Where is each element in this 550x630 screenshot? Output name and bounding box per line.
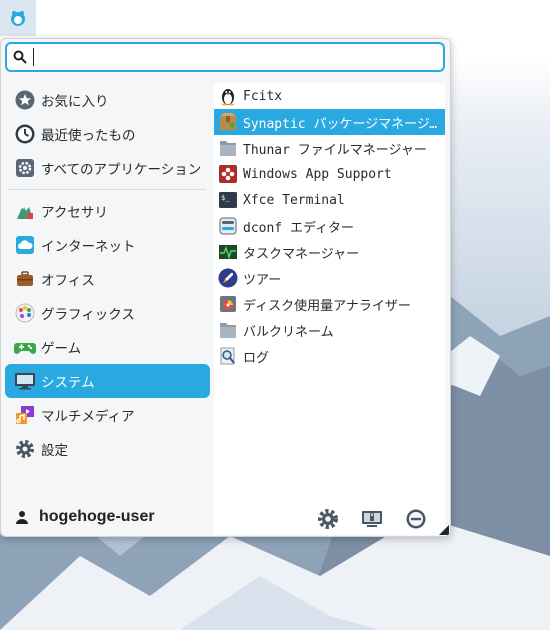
folder-icon bbox=[217, 137, 239, 159]
category-label: すべてのアプリケーション bbox=[41, 162, 202, 178]
menu-footer: hogehoge-user bbox=[1, 502, 450, 536]
category-separator bbox=[9, 189, 206, 190]
log-icon bbox=[217, 345, 239, 367]
category-label: システム bbox=[41, 375, 95, 391]
application-menu: お気に入り 最近使ったもの すべてのアプリケーション アクセサリ インターネット… bbox=[0, 38, 451, 537]
whisker-menu-launcher-button[interactable] bbox=[0, 0, 36, 36]
category-label: 最近使ったもの bbox=[41, 128, 136, 144]
category-graphics[interactable]: グラフィックス bbox=[5, 296, 210, 330]
app-item-log[interactable]: ログ bbox=[214, 343, 445, 369]
cloud-icon bbox=[14, 234, 36, 256]
app-item-thunar[interactable]: Thunar ファイルマネージャー bbox=[214, 135, 445, 161]
rocket-icon bbox=[217, 267, 239, 289]
app-item-windows-app-support[interactable]: Windows App Support bbox=[214, 161, 445, 187]
category-games[interactable]: ゲーム bbox=[5, 330, 210, 364]
category-label: グラフィックス bbox=[41, 307, 135, 323]
app-label: Xfce Terminal bbox=[243, 192, 345, 208]
app-label: ログ bbox=[243, 350, 270, 366]
user-info[interactable]: hogehoge-user bbox=[15, 508, 155, 526]
app-label: Windows App Support bbox=[243, 166, 392, 182]
search-field[interactable] bbox=[5, 42, 445, 72]
app-item-disk-usage-analyzer[interactable]: ディスク使用量アナライザー bbox=[214, 291, 445, 317]
category-list: お気に入り 最近使ったもの すべてのアプリケーション アクセサリ インターネット… bbox=[5, 83, 210, 466]
clock-icon bbox=[14, 123, 36, 145]
star-icon bbox=[14, 89, 36, 111]
category-office[interactable]: オフィス bbox=[5, 262, 210, 296]
app-item-xfce-terminal[interactable]: $_ Xfce Terminal bbox=[214, 187, 445, 213]
username: hogehoge-user bbox=[39, 508, 155, 525]
lock-screen-icon bbox=[362, 511, 382, 527]
category-label: お気に入り bbox=[41, 94, 109, 110]
category-internet[interactable]: インターネット bbox=[5, 228, 210, 262]
category-accessories[interactable]: アクセサリ bbox=[5, 194, 210, 228]
app-item-fcitx[interactable]: Fcitx bbox=[214, 83, 445, 109]
app-label: バルクリネーム bbox=[243, 324, 334, 340]
category-label: インターネット bbox=[41, 239, 136, 255]
app-item-bulk-rename[interactable]: バルクリネーム bbox=[214, 317, 445, 343]
folder-icon bbox=[217, 319, 239, 341]
app-label: Fcitx bbox=[243, 88, 283, 104]
task-manager-icon bbox=[217, 241, 239, 263]
category-label: 設定 bbox=[41, 443, 68, 459]
top-panel bbox=[0, 0, 550, 36]
category-label: マルチメディア bbox=[41, 409, 135, 425]
category-recent[interactable]: 最近使ったもの bbox=[5, 117, 210, 151]
category-settings[interactable]: 設定 bbox=[5, 432, 210, 466]
app-label: Synaptic パッケージマネージャー bbox=[243, 116, 445, 132]
dconf-icon bbox=[217, 215, 239, 237]
app-item-synaptic[interactable]: Synaptic パッケージマネージャー bbox=[214, 109, 445, 135]
mouse-logo-icon bbox=[11, 11, 25, 26]
log-out-button[interactable] bbox=[403, 506, 429, 532]
app-label: ディスク使用量アナライザー bbox=[243, 298, 411, 314]
multimedia-icon bbox=[14, 404, 36, 426]
category-favorites[interactable]: お気に入り bbox=[5, 83, 210, 117]
settings-button[interactable] bbox=[315, 506, 341, 532]
category-system[interactable]: システム bbox=[5, 364, 210, 398]
app-label: ツアー bbox=[243, 272, 282, 288]
accessories-icon bbox=[14, 200, 36, 222]
application-list: Fcitx Synaptic パッケージマネージャー Thunar ファイルマネ… bbox=[214, 83, 445, 535]
app-item-tour[interactable]: ツアー bbox=[214, 265, 445, 291]
resize-grip[interactable] bbox=[439, 525, 449, 535]
settings-icon bbox=[14, 438, 36, 460]
app-label: Thunar ファイルマネージャー bbox=[243, 142, 427, 158]
gear-icon bbox=[14, 157, 36, 179]
category-label: アクセサリ bbox=[41, 205, 108, 221]
log-out-icon bbox=[406, 509, 426, 529]
gear-icon bbox=[318, 509, 338, 529]
search-input[interactable] bbox=[34, 45, 443, 69]
palette-icon bbox=[14, 302, 36, 324]
terminal-icon: $_ bbox=[217, 189, 239, 211]
briefcase-icon bbox=[14, 268, 36, 290]
monitor-icon bbox=[14, 370, 36, 392]
gamepad-icon bbox=[14, 336, 36, 358]
lock-screen-button[interactable] bbox=[359, 506, 385, 532]
category-label: オフィス bbox=[41, 273, 95, 289]
disk-analyzer-icon bbox=[217, 293, 239, 315]
package-icon bbox=[217, 111, 239, 133]
category-all-applications[interactable]: すべてのアプリケーション bbox=[5, 151, 210, 185]
category-label: ゲーム bbox=[41, 341, 82, 357]
search-icon bbox=[7, 50, 33, 64]
category-multimedia[interactable]: マルチメディア bbox=[5, 398, 210, 432]
wine-icon bbox=[217, 163, 239, 185]
svg-text:$_: $_ bbox=[221, 194, 230, 202]
penguin-icon bbox=[217, 85, 239, 107]
app-item-task-manager[interactable]: タスクマネージャー bbox=[214, 239, 445, 265]
app-item-dconf-editor[interactable]: dconf エディター bbox=[214, 213, 445, 239]
user-icon bbox=[16, 511, 28, 524]
app-label: dconf エディター bbox=[243, 220, 355, 236]
app-label: タスクマネージャー bbox=[243, 246, 360, 262]
